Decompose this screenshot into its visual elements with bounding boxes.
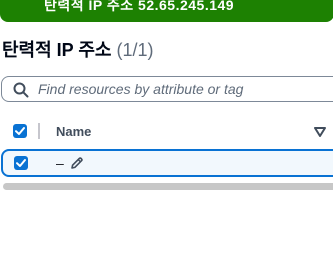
select-all-checkbox[interactable] (13, 124, 27, 138)
page-title: 탄력적 IP 주소 (2, 40, 112, 60)
search-input[interactable] (38, 80, 328, 98)
column-divider (38, 123, 40, 139)
sort-descending-icon[interactable] (314, 127, 326, 137)
success-flash-banner: 탄력적 IP 주소 52.65.245.149 (0, 0, 333, 22)
check-icon (15, 127, 25, 135)
elastic-ip-panel: 탄력적 IP 주소 52.65.245.149 탄력적 IP 주소 (1/1) … (0, 0, 333, 270)
name-cell: – (56, 155, 64, 171)
panel-header: 탄력적 IP 주소 (1/1) (2, 36, 154, 62)
column-header-name[interactable]: Name (56, 124, 91, 139)
table-header: Name (0, 118, 333, 146)
table-row[interactable]: – (1, 149, 333, 177)
selection-count: (1/1) (116, 40, 154, 60)
horizontal-scrollbar[interactable] (3, 183, 333, 190)
search-icon (13, 82, 29, 98)
search-box[interactable] (1, 76, 333, 102)
check-icon (16, 159, 26, 167)
flash-message: 탄력적 IP 주소 52.65.245.149 (44, 0, 235, 13)
row-checkbox[interactable] (14, 156, 28, 170)
edit-pencil-icon[interactable] (69, 156, 84, 171)
